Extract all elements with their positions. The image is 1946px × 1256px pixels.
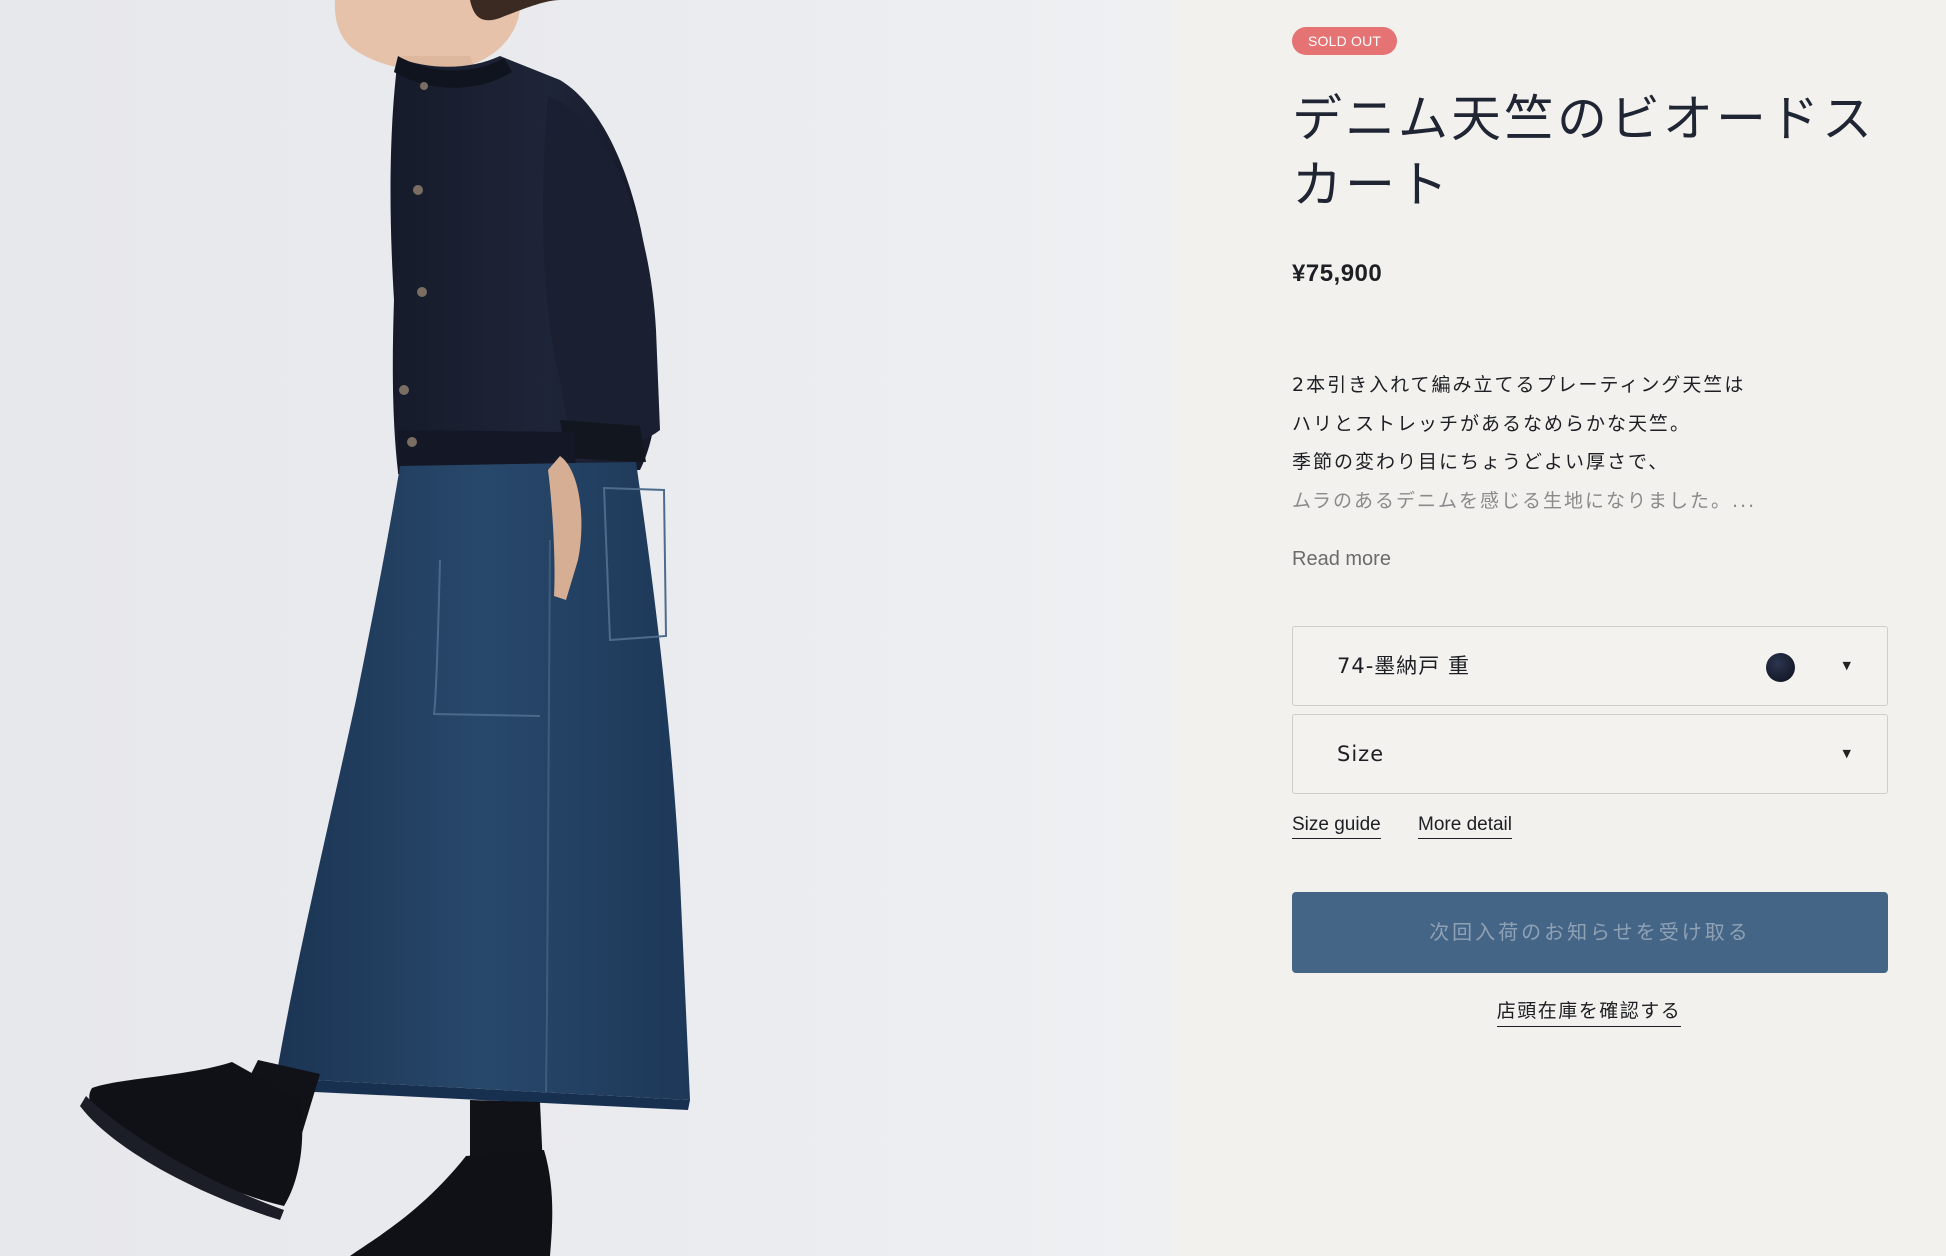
product-photo [0,0,1174,1256]
more-detail-link[interactable]: More detail [1418,814,1512,839]
description-line-faded: ムラのあるデニムを感じる生地になりました。... [1292,489,1757,512]
store-stock-link[interactable]: 店頭在庫を確認する [1496,996,1682,1027]
size-select-placeholder: Size [1337,742,1385,766]
product-page: SOLD OUT デニム天竺のビオードス カート ¥75,900 2本引き入れて… [0,0,1946,1256]
product-info-panel: SOLD OUT デニム天竺のビオードス カート ¥75,900 2本引き入れて… [1174,0,1946,1256]
chevron-down-icon: ▼ [1842,747,1851,760]
sold-out-badge: SOLD OUT [1292,27,1398,55]
restock-notify-button[interactable]: 次回入荷のお知らせを受け取る [1292,892,1888,973]
color-select-value: 74-墨納戸 重 [1337,654,1470,678]
description-line: 季節の変わり目にちょうどよい厚さで、 [1292,451,1670,473]
product-description: 2本引き入れて編み立てるプレーティング天竺は ハリとストレッチがあるなめらかな天… [1292,366,1892,520]
model-illustration [80,0,690,1256]
size-guide-link[interactable]: Size guide [1292,814,1381,839]
size-select[interactable]: Size ▼ [1292,714,1888,794]
denim-skirt [276,462,690,1100]
description-line: 2本引き入れて編み立てるプレーティング天竺は [1292,374,1746,396]
product-title-line: カート [1292,156,1451,214]
product-title: デニム天竺のビオードス カート [1292,86,1892,218]
description-line: ハリとストレッチがあるなめらかな天竺。 [1292,412,1692,435]
store-stock-link-wrapper: 店頭在庫を確認する [1174,996,1946,1027]
read-more-link[interactable]: Read more [1292,548,1391,571]
sneaker-right [350,1150,553,1256]
color-swatch [1766,653,1795,682]
color-select[interactable]: 74-墨納戸 重 ▼ [1292,626,1888,706]
chevron-down-icon: ▼ [1842,659,1851,672]
product-price: ¥75,900 [1292,260,1383,287]
product-title-line: デニム天竺のビオードス [1292,90,1875,148]
